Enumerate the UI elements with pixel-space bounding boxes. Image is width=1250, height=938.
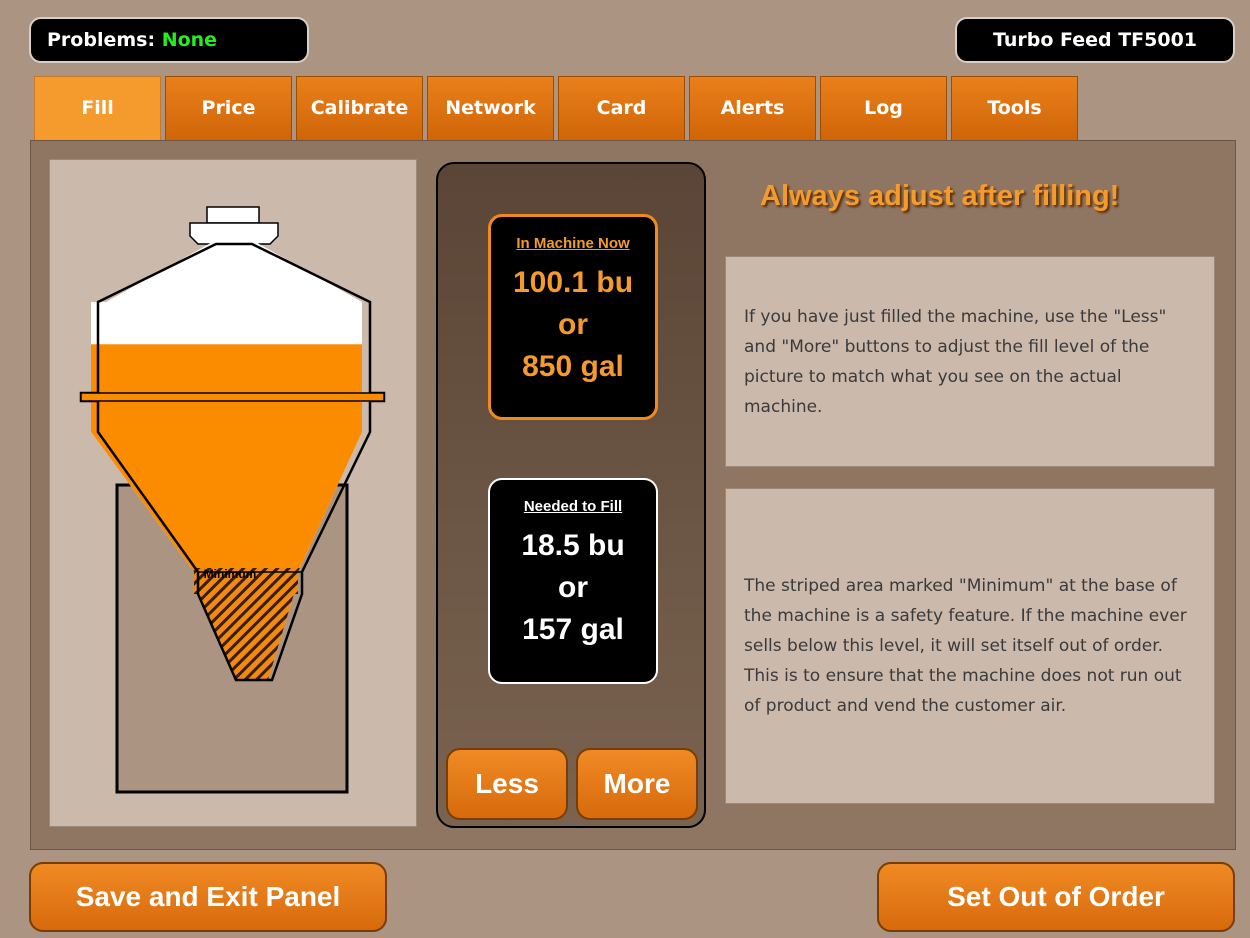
in-machine-gal: 850 gal: [522, 350, 624, 383]
minimum-label: Minimum: [204, 567, 257, 581]
needed-box: Needed to Fill 18.5 bu or 157 gal: [488, 478, 658, 684]
machine-model: Turbo Feed TF5001: [955, 17, 1235, 63]
tab-card[interactable]: Card: [558, 76, 685, 140]
problems-status: Problems: None: [29, 17, 309, 63]
hopper-band: [80, 392, 385, 402]
fill-readout-panel: In Machine Now 100.1 bu or 850 gal Neede…: [436, 162, 706, 828]
hopper-picture: Minimum: [49, 159, 417, 827]
less-button[interactable]: Less: [446, 748, 568, 820]
needed-or: or: [558, 571, 588, 604]
needed-bu: 18.5 bu: [521, 529, 625, 562]
in-machine-box: In Machine Now 100.1 bu or 850 gal: [488, 214, 658, 420]
tab-tools[interactable]: Tools: [951, 76, 1078, 140]
help-text-minimum: The striped area marked "Minimum" at the…: [744, 576, 1187, 716]
help-box-adjust: If you have just filled the machine, use…: [725, 256, 1215, 467]
tab-price[interactable]: Price: [165, 76, 292, 140]
in-machine-title: In Machine Now: [516, 235, 630, 252]
problems-value: None: [161, 29, 218, 51]
tab-alerts[interactable]: Alerts: [689, 76, 816, 140]
tab-calibrate[interactable]: Calibrate: [296, 76, 423, 140]
problems-label: Problems:: [47, 29, 156, 51]
more-button[interactable]: More: [576, 748, 698, 820]
tab-bar: Fill Price Calibrate Network Card Alerts…: [34, 76, 1082, 140]
hopper-cap: [206, 206, 260, 224]
in-machine-or: or: [558, 308, 588, 341]
help-box-minimum: The striped area marked "Minimum" at the…: [725, 488, 1215, 804]
hopper-diagram: Minimum: [79, 206, 386, 794]
help-text-adjust: If you have just filled the machine, use…: [744, 306, 1167, 417]
save-exit-button[interactable]: Save and Exit Panel: [29, 862, 387, 932]
tab-fill[interactable]: Fill: [34, 76, 161, 140]
needed-title: Needed to Fill: [523, 498, 623, 515]
adjust-warning: Always adjust after filling!: [760, 180, 1120, 212]
in-machine-bu: 100.1 bu: [512, 266, 634, 299]
out-of-order-button[interactable]: Set Out of Order: [877, 862, 1235, 932]
needed-gal: 157 gal: [522, 613, 624, 646]
tab-network[interactable]: Network: [427, 76, 554, 140]
tab-log[interactable]: Log: [820, 76, 947, 140]
